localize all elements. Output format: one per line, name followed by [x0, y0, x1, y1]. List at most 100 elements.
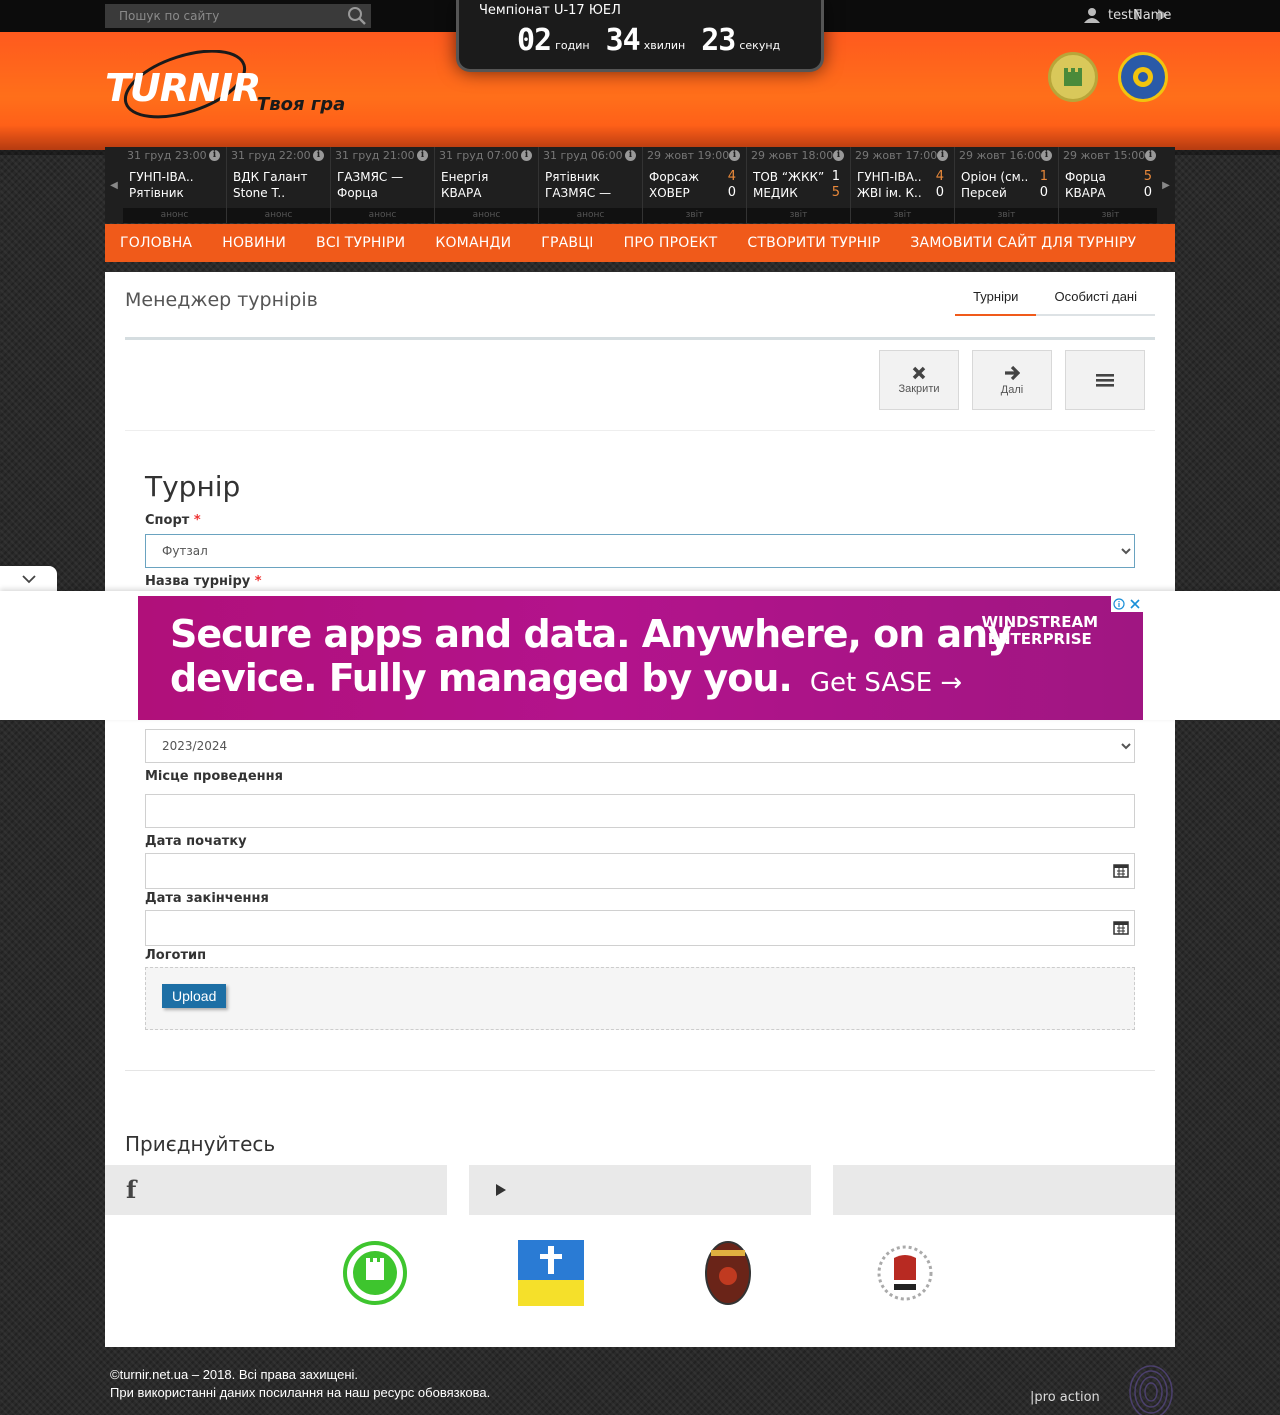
- nav-item[interactable]: Всі турніри: [301, 235, 420, 251]
- end-date-input[interactable]: [145, 910, 1135, 946]
- match-status[interactable]: звіт: [851, 208, 954, 223]
- nav-item[interactable]: Замовити сайт для турніру: [895, 235, 1151, 251]
- menu-button[interactable]: [1065, 350, 1145, 410]
- logo-dropzone[interactable]: Upload: [145, 967, 1135, 1030]
- ad-collapse-toggle[interactable]: [0, 566, 57, 592]
- tab-personal-data[interactable]: Особисті дані: [1036, 284, 1155, 316]
- calendar-icon[interactable]: [1113, 919, 1129, 935]
- match-status[interactable]: звіт: [643, 208, 746, 223]
- venue-input[interactable]: [145, 794, 1135, 828]
- ad-info-icon[interactable]: [1111, 596, 1127, 612]
- info-icon[interactable]: i: [625, 150, 636, 161]
- site-logo[interactable]: TURNIR Твоя гра: [105, 50, 355, 122]
- partner-logo-fist[interactable]: [872, 1240, 938, 1306]
- logo-label: Логотип: [145, 948, 207, 963]
- score-home: 4: [727, 169, 736, 184]
- nav-item[interactable]: Про проект: [609, 235, 733, 251]
- info-icon[interactable]: i: [521, 150, 532, 161]
- match-status[interactable]: звіт: [1059, 208, 1157, 223]
- ad-brand-line2: ENTERPRISE: [987, 630, 1092, 648]
- score-away: 5: [831, 185, 840, 200]
- join-facebook-tile[interactable]: f: [105, 1165, 447, 1215]
- form-heading: Турнір: [145, 470, 241, 503]
- team-away: Stone T..: [233, 186, 286, 200]
- ad-close-icon[interactable]: [1127, 596, 1143, 612]
- score-away: 0: [1143, 185, 1152, 200]
- info-icon[interactable]: i: [729, 150, 740, 161]
- team-home: Рятівник: [545, 170, 600, 184]
- ad-headline-2: device. Fully managed by you.: [170, 656, 793, 700]
- info-icon[interactable]: i: [1145, 150, 1156, 161]
- partner-logo-church-futsal[interactable]: [518, 1240, 584, 1306]
- proaction-logo[interactable]: |pro action: [1030, 1390, 1100, 1405]
- join-tile-empty[interactable]: [833, 1165, 1175, 1215]
- ticker-match[interactable]: 29 жовт 19:00 i Форсаж ХОВЕР 4 0 звіт: [643, 147, 747, 223]
- ad-cta[interactable]: Get SASE →: [810, 668, 962, 698]
- ticker-match[interactable]: 29 жовт 15:00 i Форца КВАРА 5 0 звіт: [1059, 147, 1157, 223]
- nav-item[interactable]: Гравці: [526, 235, 608, 251]
- ticker-match[interactable]: 31 груд 07:00 i Енергія КВАРА анонс: [435, 147, 539, 223]
- search-input[interactable]: [105, 4, 371, 28]
- ticker-match[interactable]: 29 жовт 17:00 i ГУНП-ІВА.. ЖВІ ім. К.. 4 0 зві…: [851, 147, 955, 223]
- info-icon[interactable]: i: [1041, 150, 1052, 161]
- countdown-title: Чемпіонат U-17 ЮЕЛ: [479, 3, 621, 18]
- close-button[interactable]: Закрити: [879, 350, 959, 410]
- next-button[interactable]: Далі: [972, 350, 1052, 410]
- join-youtube-tile[interactable]: [469, 1165, 811, 1215]
- nav-item[interactable]: Створити турнір: [732, 235, 895, 251]
- sport-select[interactable]: Футзал: [145, 534, 1135, 568]
- search-icon[interactable]: [343, 5, 371, 27]
- ticker-match[interactable]: 31 груд 23:00 i ГУНП-ІВА.. Рятівник анонс: [123, 147, 227, 223]
- match-status[interactable]: анонс: [123, 208, 226, 223]
- facebook-icon: f: [126, 1175, 137, 1204]
- info-icon[interactable]: i: [417, 150, 428, 161]
- score-away: 0: [1039, 185, 1048, 200]
- nav-item[interactable]: Головна: [105, 235, 207, 251]
- fingerprint-icon: [1129, 1365, 1173, 1415]
- upload-button[interactable]: Upload: [162, 984, 227, 1008]
- federation-badge-lviv[interactable]: [1048, 52, 1098, 102]
- match-status[interactable]: анонс: [227, 208, 330, 223]
- ticker-match[interactable]: 31 груд 22:00 i ВДК Галант Stone T.. анонс: [227, 147, 331, 223]
- start-date-input[interactable]: [145, 853, 1135, 889]
- info-icon[interactable]: i: [313, 150, 324, 161]
- team-home: Оріон (см..: [961, 170, 1029, 184]
- match-status[interactable]: анонс: [435, 208, 538, 223]
- ticker-match[interactable]: 31 груд 06:00 i Рятівник ГАЗМЯС — анонс: [539, 147, 643, 223]
- match-date: 31 груд 21:00: [335, 149, 415, 162]
- ticker-prev-icon[interactable]: ◀: [105, 147, 123, 223]
- match-status[interactable]: анонс: [539, 208, 642, 223]
- info-icon[interactable]: i: [833, 150, 844, 161]
- match-date: 31 груд 07:00: [439, 149, 519, 162]
- match-date: 29 жовт 19:00: [647, 149, 730, 162]
- match-status[interactable]: звіт: [955, 208, 1058, 223]
- ticker-match[interactable]: 29 жовт 16:00 i Оріон (см.. Персей 1 0 звіт: [955, 147, 1059, 223]
- ticker-next-icon[interactable]: ▶: [1157, 147, 1175, 223]
- team-home: Енергія: [441, 170, 489, 184]
- chevron-down-icon: [21, 575, 36, 584]
- nav-item[interactable]: Новини: [207, 235, 301, 251]
- ticker-match[interactable]: 31 груд 21:00 i ГАЗМЯС — Форца анонс: [331, 147, 435, 223]
- countdown-hours-label: годин: [555, 39, 590, 52]
- futsal-association-badge[interactable]: [1118, 52, 1168, 102]
- nav-item[interactable]: Команди: [420, 235, 526, 251]
- team-away: Рятівник: [129, 186, 184, 200]
- venue-label: Місце проведення: [145, 769, 283, 784]
- info-icon[interactable]: i: [937, 150, 948, 161]
- ad-banner[interactable]: Secure apps and data. Anywhere, on any d…: [138, 596, 1143, 720]
- partner-logo-lviv-football[interactable]: [342, 1240, 408, 1306]
- season-select[interactable]: 2023/2024: [145, 729, 1135, 763]
- countdown-widget[interactable]: Чемпіонат U-17 ЮЕЛ 02 годин 34 хвилин 23…: [456, 0, 824, 72]
- score-home: 1: [1039, 169, 1048, 184]
- ticker-match[interactable]: 29 жовт 18:00 i ТОВ “ЖКК” МЕДИК 1 5 звіт: [747, 147, 851, 223]
- calendar-icon[interactable]: [1113, 862, 1129, 878]
- info-icon[interactable]: i: [209, 150, 220, 161]
- match-status[interactable]: звіт: [747, 208, 850, 223]
- user-menu[interactable]: testName: [1084, 7, 1171, 23]
- menu-icon: [1096, 374, 1114, 387]
- tab-tournaments[interactable]: Турніри: [955, 284, 1037, 316]
- score-away: 0: [935, 185, 944, 200]
- match-status[interactable]: анонс: [331, 208, 434, 223]
- partner-logo-fortuna[interactable]: [695, 1240, 761, 1306]
- team-home: Форца: [1065, 170, 1106, 184]
